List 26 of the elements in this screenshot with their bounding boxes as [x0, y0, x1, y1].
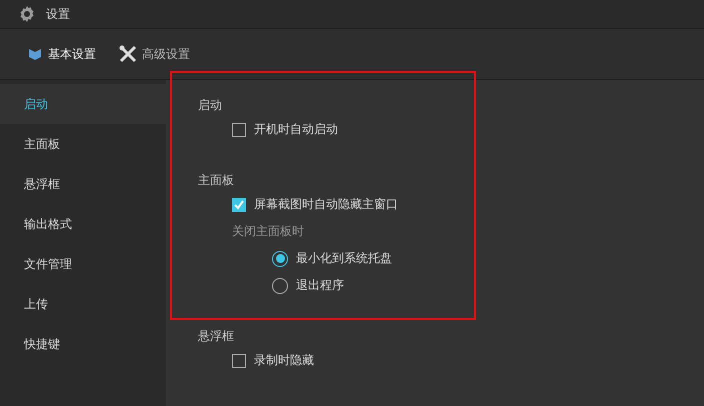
checkbox[interactable]: [232, 198, 246, 212]
sidebar-item[interactable]: 文件管理: [0, 244, 166, 284]
checkbox[interactable]: [232, 354, 246, 368]
sidebar-item[interactable]: 悬浮框: [0, 164, 166, 204]
sidebar-item[interactable]: 上传: [0, 284, 166, 324]
radio-button[interactable]: [272, 278, 288, 294]
gear-icon: [18, 5, 36, 23]
settings-tab[interactable]: 高级设置: [112, 40, 196, 68]
checkbox-label: 屏幕截图时自动隐藏主窗口: [254, 196, 398, 213]
tools-icon: [118, 44, 138, 64]
section-title: 主面板: [198, 172, 235, 189]
checkbox-label: 开机时自动启动: [254, 121, 338, 138]
group-caption: 关闭主面板时: [231, 223, 305, 240]
sidebar-item[interactable]: 输出格式: [0, 204, 166, 244]
radio-label: 最小化到系统托盘: [296, 250, 392, 267]
checkbox-label: 录制时隐藏: [254, 352, 314, 369]
section-title: 启动: [198, 97, 223, 114]
sidebar-item[interactable]: 快捷键: [0, 324, 166, 364]
checkbox[interactable]: [232, 122, 246, 136]
section-title: 悬浮框: [198, 328, 235, 345]
sidebar-item[interactable]: 启动: [0, 84, 166, 124]
radio-label: 退出程序: [296, 277, 344, 294]
window-title: 设置: [46, 6, 70, 22]
settings-tab[interactable]: 基本设置: [20, 41, 102, 67]
sidebar-item[interactable]: 主面板: [0, 124, 166, 164]
radio-button[interactable]: [272, 250, 288, 266]
